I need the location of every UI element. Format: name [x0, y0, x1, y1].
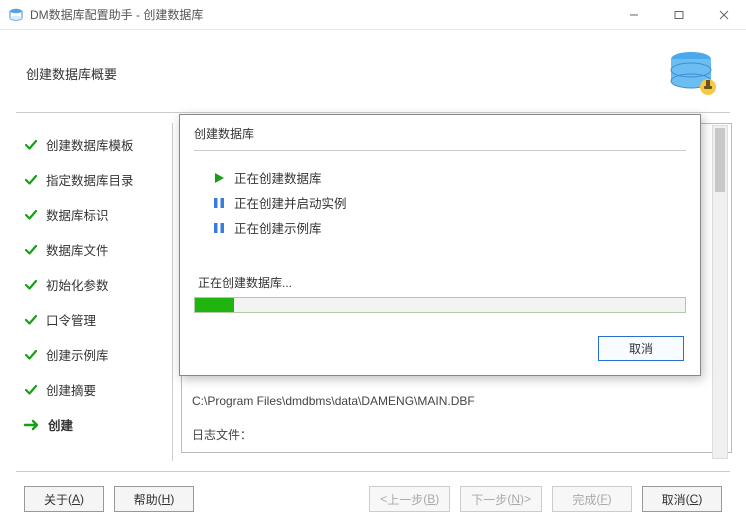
- page-header: 创建数据库概要: [0, 30, 746, 112]
- window-title: DM数据库配置助手 - 创建数据库: [30, 6, 611, 23]
- task-create-db: 正在创建数据库: [212, 165, 686, 190]
- check-icon: [24, 383, 38, 397]
- check-icon: [24, 138, 38, 152]
- task-label: 正在创建数据库: [234, 168, 322, 187]
- next-button: 下一步(N) >: [460, 486, 542, 512]
- step-label: 创建摘要: [46, 380, 96, 399]
- prev-prefix: <: [380, 492, 387, 506]
- dialog-divider: [194, 150, 686, 151]
- progress-label: 正在创建数据库...: [194, 274, 686, 291]
- step-label: 初始化参数: [46, 275, 109, 294]
- help-label: 帮助: [134, 491, 158, 508]
- file-path-text: C:\Program Files\dmdbms\data\DAMENG\MAIN…: [192, 394, 475, 408]
- previous-button: < 上一步(B): [369, 486, 450, 512]
- database-config-icon: [666, 46, 720, 100]
- check-icon: [24, 208, 38, 222]
- step-label: 数据库文件: [46, 240, 109, 259]
- check-icon: [24, 313, 38, 327]
- play-icon: [212, 171, 226, 185]
- scrollbar-thumb[interactable]: [715, 128, 725, 192]
- step-label: 创建数据库模板: [46, 135, 134, 154]
- step-label: 创建: [48, 415, 73, 434]
- about-label: 关于: [44, 491, 68, 508]
- step-summary: 创建摘要: [24, 372, 164, 407]
- vertical-scrollbar[interactable]: [712, 125, 728, 459]
- app-icon: [8, 7, 24, 23]
- window-controls: [611, 0, 746, 29]
- pause-icon: [212, 221, 226, 235]
- step-files: 数据库文件: [24, 232, 164, 267]
- step-sample-db: 创建示例库: [24, 337, 164, 372]
- check-icon: [24, 243, 38, 257]
- task-list: 正在创建数据库 正在创建并启动实例 正在创建示例库: [194, 165, 686, 240]
- step-label: 指定数据库目录: [46, 170, 134, 189]
- step-identity: 数据库标识: [24, 197, 164, 232]
- finish-mnemonic: F: [600, 492, 607, 506]
- maximize-button[interactable]: [656, 0, 701, 29]
- progress-bar: [194, 297, 686, 313]
- step-password: 口令管理: [24, 302, 164, 337]
- cancel-button[interactable]: 取消(C): [642, 486, 722, 512]
- dialog-title: 创建数据库: [194, 125, 686, 150]
- step-template: 创建数据库模板: [24, 127, 164, 162]
- titlebar: DM数据库配置助手 - 创建数据库: [0, 0, 746, 30]
- step-init-params: 初始化参数: [24, 267, 164, 302]
- finish-button: 完成(F): [552, 486, 632, 512]
- next-label: 下一步: [471, 491, 507, 508]
- prev-mnemonic: B: [427, 492, 435, 506]
- next-mnemonic: N: [511, 492, 520, 506]
- check-icon: [24, 348, 38, 362]
- arrow-right-icon: [24, 419, 40, 431]
- progress-fill: [195, 298, 234, 312]
- dialog-cancel-button[interactable]: 取消: [598, 336, 684, 361]
- create-database-dialog: 创建数据库 正在创建数据库 正在创建并启动实例 正在创建示例库 正在创建数据库.…: [179, 114, 701, 376]
- pause-icon: [212, 196, 226, 210]
- close-button[interactable]: [701, 0, 746, 29]
- about-button[interactable]: 关于(A): [24, 486, 104, 512]
- check-icon: [24, 278, 38, 292]
- task-create-sample: 正在创建示例库: [212, 215, 686, 240]
- wizard-steps-sidebar: 创建数据库模板 指定数据库目录 数据库标识 数据库文件 初始化参数 口令管理 创…: [0, 113, 172, 471]
- log-label: 日志文件：: [192, 426, 252, 443]
- cancel-mnemonic: C: [690, 492, 699, 506]
- minimize-button[interactable]: [611, 0, 656, 29]
- cancel-label: 取消: [662, 491, 686, 508]
- task-label: 正在创建示例库: [234, 218, 322, 237]
- check-icon: [24, 173, 38, 187]
- task-start-instance: 正在创建并启动实例: [212, 190, 686, 215]
- footer: 关于(A) 帮助(H) < 上一步(B) 下一步(N) > 完成(F) 取消(C…: [16, 471, 730, 512]
- step-label: 数据库标识: [46, 205, 109, 224]
- finish-label: 完成: [572, 491, 596, 508]
- step-directory: 指定数据库目录: [24, 162, 164, 197]
- task-label: 正在创建并启动实例: [234, 193, 347, 212]
- step-label: 口令管理: [46, 310, 96, 329]
- about-mnemonic: A: [72, 492, 80, 506]
- step-create: 创建: [24, 407, 164, 442]
- step-label: 创建示例库: [46, 345, 109, 364]
- page-title: 创建数据库概要: [26, 64, 117, 83]
- help-button[interactable]: 帮助(H): [114, 486, 194, 512]
- prev-label: 上一步: [387, 491, 423, 508]
- next-suffix: >: [524, 492, 531, 506]
- help-mnemonic: H: [162, 492, 171, 506]
